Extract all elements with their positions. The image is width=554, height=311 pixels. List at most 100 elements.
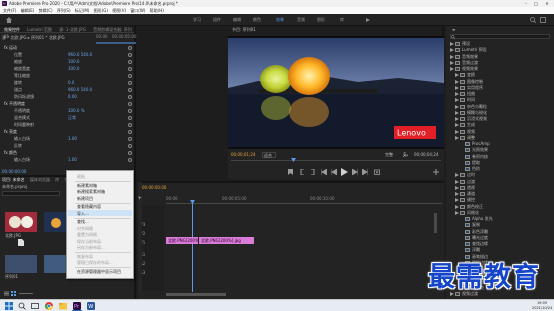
timeline-clip-2[interactable]: 北欧.PNG[200%].jpg xyxy=(199,237,254,244)
ec-property-value[interactable]: 1.00 xyxy=(68,157,77,163)
timeline-scrollbar[interactable] xyxy=(166,293,226,296)
ec-property-row[interactable]: 防闪烁滤镜 0.00 xyxy=(2,94,134,100)
keyframe-reset-icon[interactable] xyxy=(128,151,132,155)
context-menu-item[interactable]: 新建搜索素材箱 xyxy=(77,189,105,194)
workspace-effects[interactable]: 效果 xyxy=(276,14,284,26)
mark-in-icon[interactable] xyxy=(300,169,305,175)
close-button[interactable]: ✕ xyxy=(543,0,551,7)
tab-source[interactable]: 源: 1-北欧.JPG xyxy=(59,27,86,32)
workspace-graphics[interactable]: 图形 xyxy=(317,14,325,26)
expand-toggle-icon[interactable] xyxy=(455,85,459,90)
ec-property-row[interactable]: fx 运动 xyxy=(2,45,134,51)
tab-libraries[interactable]: 库 xyxy=(55,177,59,182)
keyframe-reset-icon[interactable] xyxy=(128,60,132,64)
expand-toggle-icon[interactable] xyxy=(455,79,459,84)
effects-tree-item[interactable]: 浮雕 xyxy=(446,247,554,253)
workspace-editing[interactable]: 编辑 xyxy=(233,14,241,26)
effects-panel-tab[interactable]: ≡ xyxy=(452,26,455,33)
context-menu-item[interactable]: 新建素材箱 xyxy=(77,183,97,188)
go-to-out-icon[interactable] xyxy=(362,169,368,175)
search-taskbar-icon[interactable] xyxy=(18,302,26,310)
program-monitor-video[interactable]: Lenovo xyxy=(228,36,444,149)
ec-property-row[interactable]: 输入白场 1.00 xyxy=(2,157,134,163)
effects-tree-item[interactable]: 时间 xyxy=(446,97,554,103)
expand-toggle-icon[interactable] xyxy=(450,48,454,53)
minimize-button[interactable]: – xyxy=(522,0,530,7)
project-thumb-2[interactable] xyxy=(5,255,37,273)
keyframe-reset-icon[interactable] xyxy=(128,88,132,92)
effects-tree-item[interactable]: 卷积内核 xyxy=(446,154,554,160)
timeline-playhead[interactable] xyxy=(192,202,193,292)
expand-toggle-icon[interactable] xyxy=(455,73,459,78)
ec-property-row[interactable]: fx 不透明度 xyxy=(2,101,134,107)
expand-toggle-icon[interactable] xyxy=(455,117,459,121)
ec-property-value[interactable]: 0.0 xyxy=(68,80,74,86)
project-item-image[interactable]: 北欧.JPG xyxy=(5,234,21,238)
menu-file[interactable]: 文件(F) xyxy=(3,8,16,13)
effects-tree-item[interactable]: 提取 xyxy=(446,160,554,166)
premiere-taskbar-icon[interactable]: Pr xyxy=(73,302,81,310)
ec-timecode[interactable]: 00:00:00:00 xyxy=(2,170,26,174)
expand-toggle-icon[interactable] xyxy=(455,185,459,190)
effects-tree-item[interactable]: 透视 xyxy=(446,185,554,191)
timeline-ruler[interactable] xyxy=(166,203,442,204)
more-workspaces-icon[interactable] xyxy=(366,18,370,22)
effects-tree-item[interactable]: 杂色与颗粒 xyxy=(446,104,554,110)
ec-property-value[interactable]: 100.0 % xyxy=(68,108,85,114)
ec-property-row[interactable]: fx 亮度 xyxy=(2,129,134,135)
timeline-clip-1[interactable]: 北欧.PNG[200%] xyxy=(166,237,198,244)
ec-property-row[interactable]: 缩放 100.0 xyxy=(2,59,134,65)
effects-tree-item[interactable]: 模糊与锐化 xyxy=(446,110,554,116)
effects-tree-item[interactable]: 复制 xyxy=(446,222,554,228)
effects-search-input[interactable] xyxy=(450,34,550,39)
menu-window[interactable]: 窗口(W) xyxy=(130,8,145,13)
settings-wrench-icon[interactable] xyxy=(403,152,408,157)
timeline-playhead-handle[interactable] xyxy=(190,200,195,204)
list-view-icon[interactable] xyxy=(4,291,9,296)
expand-toggle-icon[interactable] xyxy=(450,54,454,59)
project-thumb-image[interactable] xyxy=(5,212,37,232)
ec-property-row[interactable]: 输入白场 1.00 xyxy=(2,136,134,142)
expand-toggle-icon[interactable] xyxy=(455,192,459,196)
program-scrubber[interactable] xyxy=(231,160,441,161)
expand-toggle-icon[interactable] xyxy=(455,198,459,203)
effects-tree-item[interactable]: 曝光过度 xyxy=(446,235,554,241)
project-thumb-sequence[interactable] xyxy=(44,212,68,232)
keyframe-reset-icon[interactable] xyxy=(128,116,132,120)
expand-toggle-icon[interactable] xyxy=(450,42,454,46)
effects-tree-item[interactable]: 实用程序 xyxy=(446,85,554,91)
ec-property-row[interactable]: fx 颜色 xyxy=(2,150,134,156)
expand-toggle-icon[interactable] xyxy=(455,123,459,128)
ec-property-row[interactable]: 等比缩放 xyxy=(2,73,134,79)
zoom-slider[interactable] xyxy=(19,293,33,294)
effects-tree-item[interactable]: 画笔描边 xyxy=(446,254,554,260)
menu-view[interactable]: 视图(V) xyxy=(112,8,126,13)
tab-lumetri-scopes[interactable]: Lumetri 范围 xyxy=(27,27,52,32)
effects-tree-item[interactable]: 音频过渡 xyxy=(446,60,554,66)
icon-view-icon[interactable] xyxy=(11,291,16,296)
clip-path[interactable]: 源 * 北欧.JPG ▸ 序列01 * 北欧.JPG xyxy=(2,35,96,41)
timeline-vscroll[interactable] xyxy=(434,213,437,233)
effects-tree-item[interactable]: Lumetri 预设 xyxy=(446,47,554,53)
effects-tree-item[interactable]: 光照效果 xyxy=(446,147,554,153)
quality-dropdown[interactable]: 完整 xyxy=(385,153,393,157)
project-thumb-3[interactable] xyxy=(44,255,68,273)
effects-tree-item[interactable]: 调整 xyxy=(446,135,554,141)
file-explorer-icon[interactable] xyxy=(59,302,67,310)
menu-marker[interactable]: 标记(M) xyxy=(75,8,90,13)
effects-tree-item[interactable]: 变换 xyxy=(446,72,554,78)
program-timecode[interactable]: 00;00;01;24 xyxy=(231,153,255,157)
ec-property-value[interactable]: 正常 xyxy=(68,115,76,121)
go-to-in-icon[interactable] xyxy=(321,169,327,175)
add-marker-icon[interactable] xyxy=(288,169,293,175)
step-back-icon[interactable] xyxy=(331,169,337,175)
chrome-icon[interactable] xyxy=(45,302,53,310)
context-menu-item[interactable]: 查找... xyxy=(77,219,89,224)
step-forward-icon[interactable] xyxy=(352,169,358,175)
effects-tree-item[interactable]: 键控 xyxy=(446,197,554,203)
effects-tree-item[interactable]: 风格化 xyxy=(446,210,554,216)
effects-tree-item[interactable]: 彩色浮雕 xyxy=(446,229,554,235)
ec-property-row[interactable]: 时间重映射 xyxy=(2,122,134,128)
effects-tree-item[interactable]: 视频 xyxy=(446,129,554,135)
expand-toggle-icon[interactable] xyxy=(450,60,454,65)
